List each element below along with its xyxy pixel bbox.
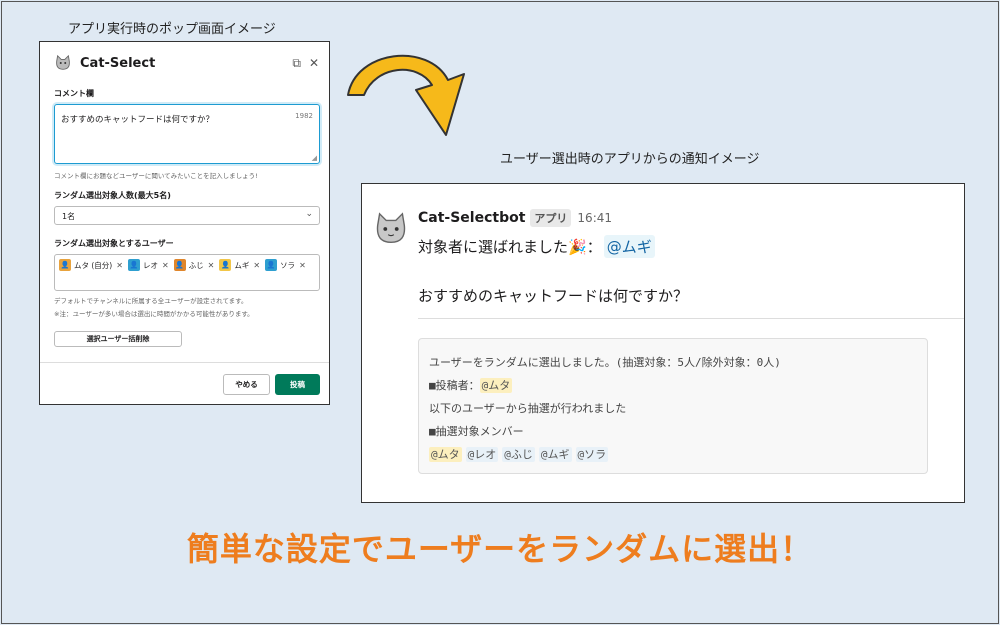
user-avatar-icon: 👤 bbox=[173, 259, 186, 271]
bot-name[interactable]: Cat-Selectbot bbox=[418, 210, 525, 226]
clear-users-button[interactable]: 選択ユーザー括削除 bbox=[54, 331, 182, 347]
user-avatar-icon: 👤 bbox=[265, 259, 278, 271]
close-icon[interactable]: ✕ bbox=[309, 56, 319, 70]
tagline: 簡単な設定でユーザーをランダムに選出！ bbox=[186, 530, 814, 568]
cat-app-icon bbox=[56, 54, 70, 70]
app-badge: アプリ bbox=[530, 209, 572, 227]
resize-grip-icon[interactable]: ◢ bbox=[312, 154, 317, 162]
users-hint-default: デフォルトでチャンネルに所属する全ユーザーが設定されてます。 bbox=[54, 297, 248, 305]
count-value: 1名 bbox=[62, 212, 76, 221]
mention-user[interactable]: @ムギ bbox=[603, 235, 655, 258]
message-line-selected: 対象者に選ばれました 🎉 ： @ムギ bbox=[418, 235, 655, 258]
message-divider bbox=[418, 318, 964, 319]
member-mention[interactable]: @ムタ bbox=[429, 447, 462, 462]
remove-user-icon[interactable]: ✕ bbox=[253, 261, 260, 270]
result-attachment: ユーザーをランダムに選出しました。(抽選対象：5人/除外対象：0人) ■投稿者：… bbox=[418, 338, 928, 474]
user-chip-label: ムタ (自分) bbox=[74, 260, 113, 270]
comment-counter: 1982 bbox=[295, 112, 313, 120]
attachment-summary: ユーザーをランダムに選出しました。(抽選対象：5人/除外対象：0人) bbox=[429, 356, 781, 369]
comment-value: おすすめのキャットフードは何ですか？ bbox=[61, 115, 215, 125]
member-mention[interactable]: @レオ bbox=[465, 447, 499, 462]
user-chip[interactable]: 👤 レオ ✕ bbox=[127, 258, 169, 272]
message-question: おすすめのキャットフードは何ですか？ bbox=[418, 287, 689, 305]
member-mention[interactable]: @ふじ bbox=[502, 447, 535, 462]
user-chip-label: ソラ bbox=[280, 260, 296, 270]
members-row: @ムタ @レオ @ふじ @ムギ @ソラ bbox=[429, 443, 917, 466]
member-mention[interactable]: @ソラ bbox=[575, 447, 609, 462]
modal-header: Cat-Select ⧉ ✕ bbox=[54, 52, 319, 74]
cancel-button[interactable]: やめる bbox=[223, 374, 270, 395]
poster-mention[interactable]: @ムタ bbox=[479, 378, 513, 393]
remove-user-icon[interactable]: ✕ bbox=[299, 261, 306, 270]
member-mention[interactable]: @ムギ bbox=[538, 447, 572, 462]
users-hint-note: ※注：ユーザーが多い場合は選出に時間がかかる可能性があります。 bbox=[54, 310, 254, 318]
curved-arrow-icon bbox=[347, 54, 465, 136]
user-chip-label: ふじ bbox=[188, 260, 204, 270]
members-label: ■抽選対象メンバー bbox=[429, 425, 524, 438]
cat-select-modal: Cat-Select ⧉ ✕ コメント欄 おすすめのキャットフードは何ですか？ … bbox=[39, 41, 330, 405]
post-button[interactable]: 投稿 bbox=[275, 374, 320, 395]
modal-divider bbox=[40, 362, 329, 363]
remove-user-icon[interactable]: ✕ bbox=[116, 261, 123, 270]
user-chip[interactable]: 👤 ふじ ✕ bbox=[173, 258, 215, 272]
message-header: Cat-Selectbot アプリ 16:41 bbox=[418, 209, 612, 227]
user-chip-label: ムギ bbox=[234, 260, 250, 270]
poster-label: ■投稿者： bbox=[429, 379, 480, 392]
selected-text: 対象者に選ばれました bbox=[418, 238, 569, 256]
remove-user-icon[interactable]: ✕ bbox=[162, 261, 169, 270]
attachment-note: 以下のユーザーから抽選が行われました bbox=[429, 402, 627, 415]
cat-bot-avatar bbox=[376, 212, 406, 244]
user-avatar-icon: 👤 bbox=[127, 259, 140, 271]
user-avatar-icon: 👤 bbox=[219, 259, 232, 271]
user-chip[interactable]: 👤 ムタ (自分) ✕ bbox=[59, 258, 123, 272]
party-popper-icon: 🎉 bbox=[568, 237, 587, 256]
popout-icon[interactable]: ⧉ bbox=[292, 56, 301, 71]
comment-textarea[interactable]: おすすめのキャットフードは何ですか？ 1982 ◢ bbox=[54, 104, 320, 164]
user-chip[interactable]: 👤 ムギ ✕ bbox=[219, 258, 260, 272]
message-time[interactable]: 16:41 bbox=[577, 211, 612, 225]
user-chip-label: レオ bbox=[142, 260, 158, 270]
count-select[interactable]: 1名 ⌄ bbox=[54, 206, 320, 225]
popup-caption: アプリ実行時のポップ画面イメージ bbox=[68, 22, 276, 37]
users-label: ランダム選出対象とするユーザー bbox=[54, 239, 174, 248]
chevron-down-icon: ⌄ bbox=[305, 209, 313, 219]
colon-text: ： bbox=[586, 238, 602, 256]
comment-label: コメント欄 bbox=[54, 89, 94, 98]
bot-notification: Cat-Selectbot アプリ 16:41 対象者に選ばれました 🎉 ： @… bbox=[361, 183, 965, 503]
modal-title: Cat-Select bbox=[80, 55, 156, 71]
user-avatar-icon: 👤 bbox=[59, 259, 71, 271]
poster-row: ■投稿者： @ムタ bbox=[429, 374, 917, 397]
count-label: ランダム選出対象人数(最大5名) bbox=[54, 191, 171, 200]
notification-caption: ユーザー選出時のアプリからの通知イメージ bbox=[500, 152, 760, 167]
user-chip[interactable]: 👤 ソラ ✕ bbox=[265, 258, 306, 272]
comment-hint: コメント欄にお題などユーザーに聞いてみたいことを記入しましょう! bbox=[54, 172, 258, 180]
remove-user-icon[interactable]: ✕ bbox=[208, 261, 215, 270]
users-multiselect[interactable]: 👤 ムタ (自分) ✕ 👤 レオ ✕ 👤 ふじ ✕ 👤 ムギ ✕ 👤 ソラ ✕ bbox=[54, 254, 320, 291]
